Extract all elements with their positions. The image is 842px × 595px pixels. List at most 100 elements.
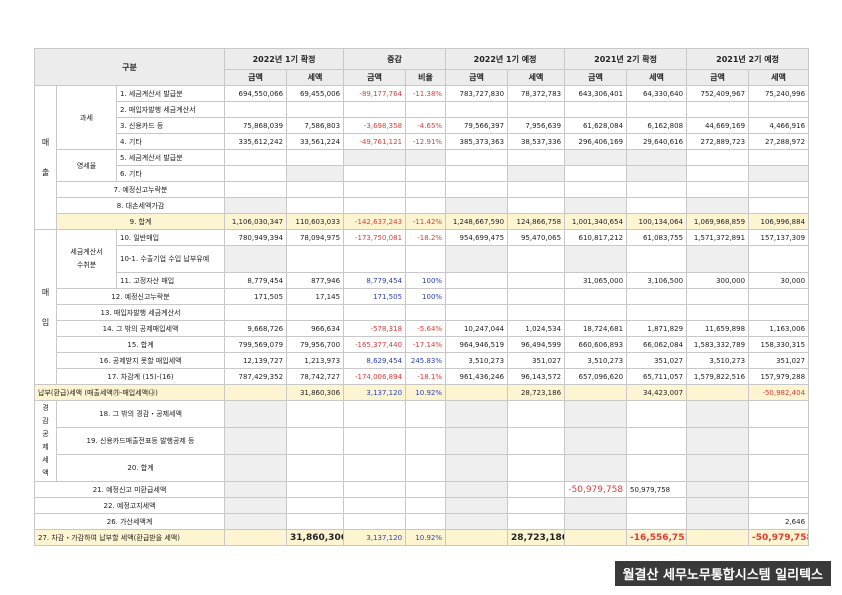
cell: 11,659,898 — [686, 320, 750, 337]
cell: 7,586,803 — [286, 117, 345, 134]
cell: -18.1% — [405, 368, 447, 385]
cell: 8,779,454 — [224, 272, 288, 289]
cell: 2,646 — [748, 513, 810, 530]
cell: 780,949,394 — [224, 229, 288, 246]
group-zero-rated: 영세율 — [56, 149, 117, 182]
cell: 96,143,572 — [507, 368, 566, 385]
cell: 10,247,044 — [445, 320, 509, 337]
row-label: 14. 그 밖의 공제매입세액 — [55, 320, 226, 337]
cell: 3,510,273 — [445, 352, 509, 369]
cell: 79,566,397 — [445, 117, 509, 134]
row-label: 12. 예정신고누락분 — [55, 288, 226, 305]
row-label: 2. 매입자발행 세금계산서 — [115, 101, 226, 118]
cell: -4.65% — [405, 117, 447, 134]
cell: -50,979,758 — [564, 481, 628, 498]
cell: 31,860,306 — [286, 384, 345, 401]
cell: 783,727,830 — [445, 85, 509, 102]
table-row: 13. 매입자발행 세금계산서 — [35, 304, 810, 321]
cell: -12.91% — [405, 133, 447, 150]
cell: 79,956,700 — [286, 336, 345, 353]
header-tax: 세액 — [286, 69, 345, 86]
group-reduction: 경 감 공 제 세 액 — [34, 400, 57, 482]
table-row: 7. 예정신고누락분 — [35, 181, 810, 198]
table-row: 12. 예정신고누락분 171,505 17,145 171,505 100% — [35, 288, 810, 305]
cell: 124,866,758 — [507, 213, 566, 230]
cell: 1,583,332,789 — [686, 336, 750, 353]
group-invoice-received: 세금계산서 수취분 — [56, 229, 117, 289]
table-row: 8. 대손세액가감 — [35, 197, 810, 214]
cell: 65,711,057 — [626, 368, 688, 385]
row-label: 납부(환급)세액 (매출세액㉮-매입세액㉯) — [33, 384, 226, 401]
header-amount: 금액 — [445, 69, 509, 86]
cell: 100% — [405, 272, 447, 289]
table-row-payable: 납부(환급)세액 (매출세액㉮-매입세액㉯) 31,860,306 3,137,… — [33, 384, 810, 401]
cell: 1,871,829 — [626, 320, 688, 337]
row-label: 10-1. 수출기업 수입 납부유예 — [115, 245, 226, 273]
cell: 8,629,454 — [343, 352, 407, 369]
cell: 75,240,996 — [748, 85, 810, 102]
cell: 61,083,755 — [626, 229, 688, 246]
row-label: 19. 신용카드매출전표등 발행공제 등 — [55, 427, 226, 455]
table-row: 14. 그 밖의 공제매입세액 9,668,726 966,634 -578,3… — [35, 320, 810, 337]
row-label: 8. 대손세액가감 — [55, 197, 226, 214]
cell: -17.14% — [405, 336, 447, 353]
brand-banner: 월결산 세무노무통합시스템 일리텍스 — [614, 561, 831, 586]
cell: 245.83% — [405, 352, 447, 369]
cell: 157,137,309 — [748, 229, 810, 246]
row-label: 7. 예정신고누락분 — [55, 181, 226, 198]
cell: 1,106,030,347 — [224, 213, 288, 230]
table-row: 6. 기타 — [35, 165, 810, 182]
cell: 33,561,224 — [286, 133, 345, 150]
table-row: 22. 예정고지세액 — [33, 497, 810, 514]
row-label: 20. 합계 — [55, 454, 226, 482]
row-label: 11. 고정자산 매입 — [115, 272, 226, 289]
header-period-2022-1-prelim: 2022년 1기 예정 — [445, 48, 566, 70]
cell: 157,979,288 — [748, 368, 810, 385]
cell: 171,505 — [343, 288, 407, 305]
cell: 95,470,065 — [507, 229, 566, 246]
header-period-2021-2-final: 2021년 2기 확정 — [564, 48, 688, 70]
cell: 300,000 — [686, 272, 750, 289]
row-label: 21. 예정신고 미환급세액 — [33, 481, 226, 498]
cell: 30,000 — [748, 272, 810, 289]
cell: 964,946,519 — [445, 336, 509, 353]
cell: -578,318 — [343, 320, 407, 337]
table-row: 11. 고정자산 매입 8,779,454 877,946 8,779,454 … — [35, 272, 810, 289]
cell: 31,860,306 — [286, 529, 345, 546]
cell: 1,163,006 — [748, 320, 810, 337]
header-tax: 세액 — [748, 69, 810, 86]
cell: 1,579,822,516 — [686, 368, 750, 385]
table-row: 경 감 공 제 세 액 18. 그 밖의 경감・공제세액 — [34, 400, 810, 482]
cell: 752,409,967 — [686, 85, 750, 102]
cell: 3,106,500 — [626, 272, 688, 289]
cell: 50,979,758 — [626, 481, 688, 498]
cell: 100% — [405, 288, 447, 305]
cell: 4,466,916 — [748, 117, 810, 134]
cell: 3,510,273 — [564, 352, 628, 369]
row-label: 13. 매입자발행 세금계산서 — [55, 304, 226, 321]
cell: 110,603,033 — [286, 213, 345, 230]
cell: -173,750,081 — [343, 229, 407, 246]
cell: 18,724,681 — [564, 320, 628, 337]
row-label: 3. 신용카드 등 — [115, 117, 226, 134]
cell: -50,979,758 — [748, 529, 810, 546]
table-row: 매 입 세금계산서 수취분 10. 일반매입 780,949,394 78,09… — [34, 229, 810, 385]
header-period-2022-1-final: 2022년 1기 확정 — [224, 48, 345, 70]
header-category: 구분 — [33, 48, 226, 86]
cell: -11.42% — [405, 213, 447, 230]
cell: 1,001,340,654 — [564, 213, 628, 230]
cell: 643,306,401 — [564, 85, 628, 102]
cell: 38,537,336 — [507, 133, 566, 150]
header-amount: 금액 — [343, 69, 407, 86]
cell: -50,982,404 — [748, 384, 810, 401]
cell: 296,406,169 — [564, 133, 628, 150]
row-label: 22. 예정고지세액 — [33, 497, 226, 514]
cell: 34,423,007 — [626, 384, 688, 401]
table-row: 17. 차감계 (15)-(16) 787,429,352 78,742,727… — [35, 368, 810, 385]
cell: 272,889,723 — [686, 133, 750, 150]
group-sales: 매 출 — [34, 85, 57, 230]
header-period-2021-2-prelim: 2021년 2기 예정 — [686, 48, 810, 70]
cell: -11.38% — [405, 85, 447, 102]
cell: 158,330,315 — [748, 336, 810, 353]
cell: 799,569,079 — [224, 336, 288, 353]
